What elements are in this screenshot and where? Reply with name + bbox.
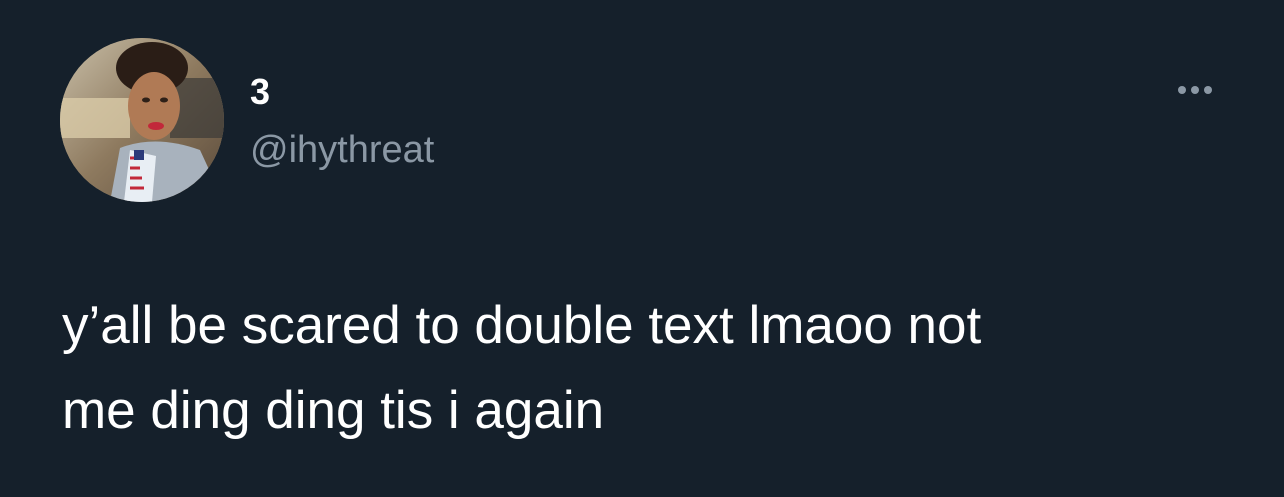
user-handle[interactable]: @ihythreat xyxy=(250,127,434,173)
profile-photo-icon xyxy=(60,38,224,202)
tweet-card: 3 @ihythreat y’all be scared to double t… xyxy=(0,0,1284,497)
tweet-text: y’all be scared to double text lmaoo not… xyxy=(62,296,982,440)
more-options-button[interactable] xyxy=(1170,76,1220,104)
more-options-icon xyxy=(1178,86,1186,94)
more-options-icon xyxy=(1204,86,1212,94)
avatar[interactable] xyxy=(60,38,224,202)
more-options-icon xyxy=(1191,86,1199,94)
display-name[interactable]: 3 xyxy=(250,70,270,114)
